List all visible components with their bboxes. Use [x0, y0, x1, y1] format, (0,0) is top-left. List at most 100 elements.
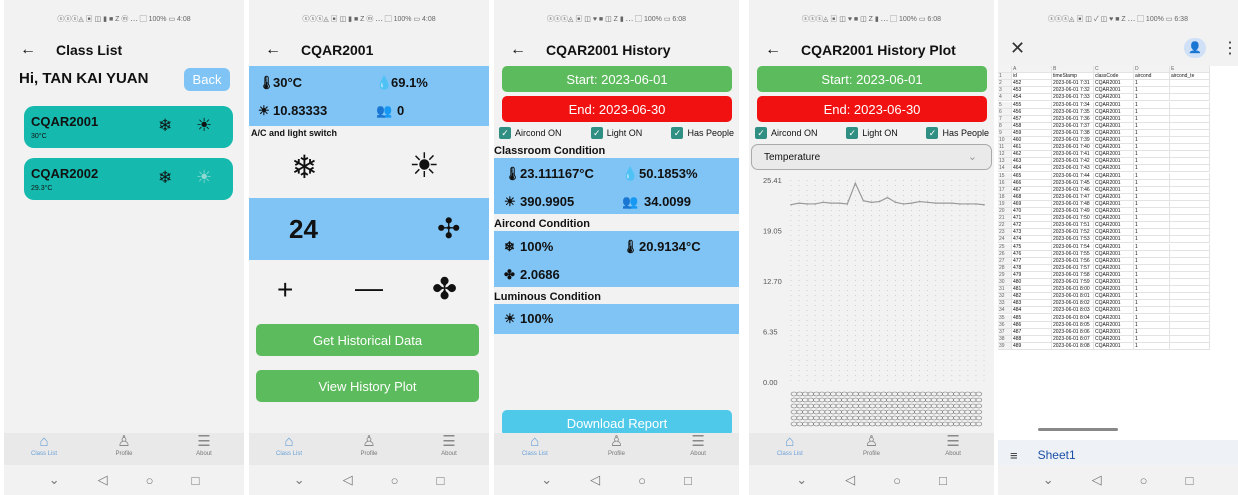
fan-icon[interactable]: ✤ [432, 272, 457, 307]
table-cell [1170, 186, 1210, 194]
back-triangle-icon[interactable]: ◁ [845, 472, 855, 488]
has-people-checkbox[interactable]: ✓ Has People [671, 127, 734, 139]
nav-about[interactable]: ☰ About [419, 433, 479, 457]
end-date-button[interactable]: End: 2023-06-30 [757, 96, 987, 122]
nav-about[interactable]: ☰ About [923, 433, 983, 457]
recents-square-icon[interactable]: □ [939, 473, 947, 488]
view-history-plot-button[interactable]: View History Plot [256, 370, 479, 402]
back-triangle-icon[interactable]: ◁ [343, 472, 353, 488]
table-cell: 1 [1134, 307, 1170, 315]
home-icon: ⌂ [284, 433, 294, 450]
home-circle-icon[interactable]: ○ [391, 473, 399, 488]
nav-class-list[interactable]: ⌂ Class List [259, 433, 319, 457]
light-on-checkbox[interactable]: ✓ Light ON [846, 127, 898, 139]
recents-square-icon[interactable]: □ [1185, 473, 1193, 488]
spreadsheet-grid[interactable]: A B C D E 1 id timeStamp classCode aircond aircond… [998, 66, 1238, 440]
has-people-checkbox[interactable]: ✓ Has People [926, 127, 989, 139]
back-triangle-icon[interactable]: ◁ [1092, 472, 1102, 488]
share-person-icon[interactable]: 👤 [1184, 38, 1206, 58]
x-tick-label [941, 391, 949, 397]
x-tick-label [891, 403, 899, 409]
minus-button[interactable]: — [355, 272, 383, 304]
nav-profile[interactable]: ♙ Profile [339, 433, 399, 457]
back-arrow-icon[interactable]: ← [20, 41, 36, 59]
chevron-down-icon[interactable]: ⌄ [294, 472, 305, 488]
nav-profile[interactable]: ♙ Profile [94, 433, 154, 457]
table-cell: 1 [1134, 172, 1170, 180]
x-tick-label [908, 403, 915, 409]
light-on-checkbox[interactable]: ✓ Light ON [590, 127, 642, 139]
x-tick-label [953, 397, 960, 403]
more-vert-icon[interactable]: ⋮ [1222, 38, 1238, 58]
x-tick-label [947, 421, 955, 427]
home-circle-icon[interactable]: ○ [146, 473, 154, 488]
nav-profile[interactable]: ♙ Profile [586, 433, 646, 457]
nav-about[interactable]: ☰ About [174, 433, 234, 457]
back-button[interactable]: Back [184, 68, 230, 91]
table-cell: 2023-06-01 7:43 [1052, 165, 1094, 173]
nav-about[interactable]: ☰ About [668, 433, 728, 457]
home-circle-icon[interactable]: ○ [1140, 473, 1148, 488]
table-cell: 469 [1012, 200, 1052, 208]
nav-class-list[interactable]: ⌂ Class List [760, 433, 820, 457]
table-cell: 2023-06-01 8:03 [1052, 307, 1094, 315]
recents-square-icon[interactable]: □ [191, 473, 199, 488]
chevron-down-icon[interactable]: ⌄ [541, 472, 552, 488]
table-cell: 2023-06-01 7:54 [1052, 243, 1094, 251]
class-card-cqar2001[interactable]: CQAR2001 30°C ❄ ☀ [24, 106, 233, 148]
sheet-tab[interactable]: Sheet1 [1038, 448, 1076, 462]
table-cell: CQAR2001 [1094, 129, 1134, 137]
chevron-down-icon[interactable]: ⌄ [796, 472, 807, 488]
back-arrow-icon[interactable]: ← [510, 41, 526, 59]
table-cell [1170, 271, 1210, 279]
chevron-down-icon[interactable]: ⌄ [49, 472, 60, 488]
table-cell [1170, 286, 1210, 294]
light-toggle-sun-icon[interactable]: ☀ [409, 146, 439, 186]
x-tick-label [824, 421, 831, 427]
luminous-heading: Luminous Condition [494, 291, 601, 303]
recents-square-icon[interactable]: □ [684, 473, 692, 488]
back-arrow-icon[interactable]: ← [265, 41, 281, 59]
horizontal-scrollbar[interactable] [1038, 428, 1118, 431]
aircond-on-checkbox[interactable]: ✓ Aircond ON [755, 127, 818, 139]
nav-profile[interactable]: ♙ Profile [841, 433, 901, 457]
home-circle-icon[interactable]: ○ [638, 473, 646, 488]
x-tick-label [930, 415, 938, 421]
table-cell: 1 [1134, 250, 1170, 258]
x-tick-label [846, 409, 854, 415]
table-cell: 1 [1134, 186, 1170, 194]
fan-speed-icon[interactable]: ✣ [437, 212, 460, 245]
x-tick-label [852, 409, 859, 415]
snowflake-icon: ❄ [158, 168, 173, 187]
aircon-toggle-snowflake-icon[interactable]: ❄ [291, 148, 318, 186]
chevron-down-icon[interactable]: ⌄ [1043, 472, 1054, 488]
row-number: 14 [998, 165, 1012, 173]
close-icon[interactable]: ✕ [1010, 38, 1025, 59]
home-circle-icon[interactable]: ○ [893, 473, 901, 488]
table-cell: 2023-06-01 7:57 [1052, 264, 1094, 272]
menu-icon[interactable]: ≡ [1010, 448, 1018, 463]
plus-button[interactable]: + [277, 274, 293, 306]
table-cell [1170, 335, 1210, 343]
row-number: 39 [998, 342, 1012, 350]
nav-class-list[interactable]: ⌂ Class List [14, 433, 74, 457]
nav-class-list[interactable]: ⌂ Class List [505, 433, 565, 457]
x-tick-label [863, 391, 871, 397]
table-cell: CQAR2001 [1094, 257, 1134, 265]
class-card-cqar2002[interactable]: CQAR2002 29.3°C ❄ ☀ [24, 158, 233, 200]
x-tick-label [953, 421, 960, 427]
table-cell: 2023-06-01 7:40 [1052, 144, 1094, 152]
end-date-button[interactable]: End: 2023-06-30 [502, 96, 732, 122]
start-date-button[interactable]: Start: 2023-06-01 [757, 66, 987, 92]
metric-dropdown[interactable]: Temperature ⌄ [751, 144, 992, 170]
data-point [862, 199, 865, 202]
back-triangle-icon[interactable]: ◁ [98, 472, 108, 488]
start-date-button[interactable]: Start: 2023-06-01 [502, 66, 732, 92]
back-triangle-icon[interactable]: ◁ [590, 472, 600, 488]
table-cell: 1 [1134, 328, 1170, 336]
recents-square-icon[interactable]: □ [436, 473, 444, 488]
get-historical-data-button[interactable]: Get Historical Data [256, 324, 479, 356]
aircond-pct: 100% [520, 239, 554, 254]
aircond-on-checkbox[interactable]: ✓ Aircond ON [499, 127, 562, 139]
back-arrow-icon[interactable]: ← [765, 41, 781, 59]
